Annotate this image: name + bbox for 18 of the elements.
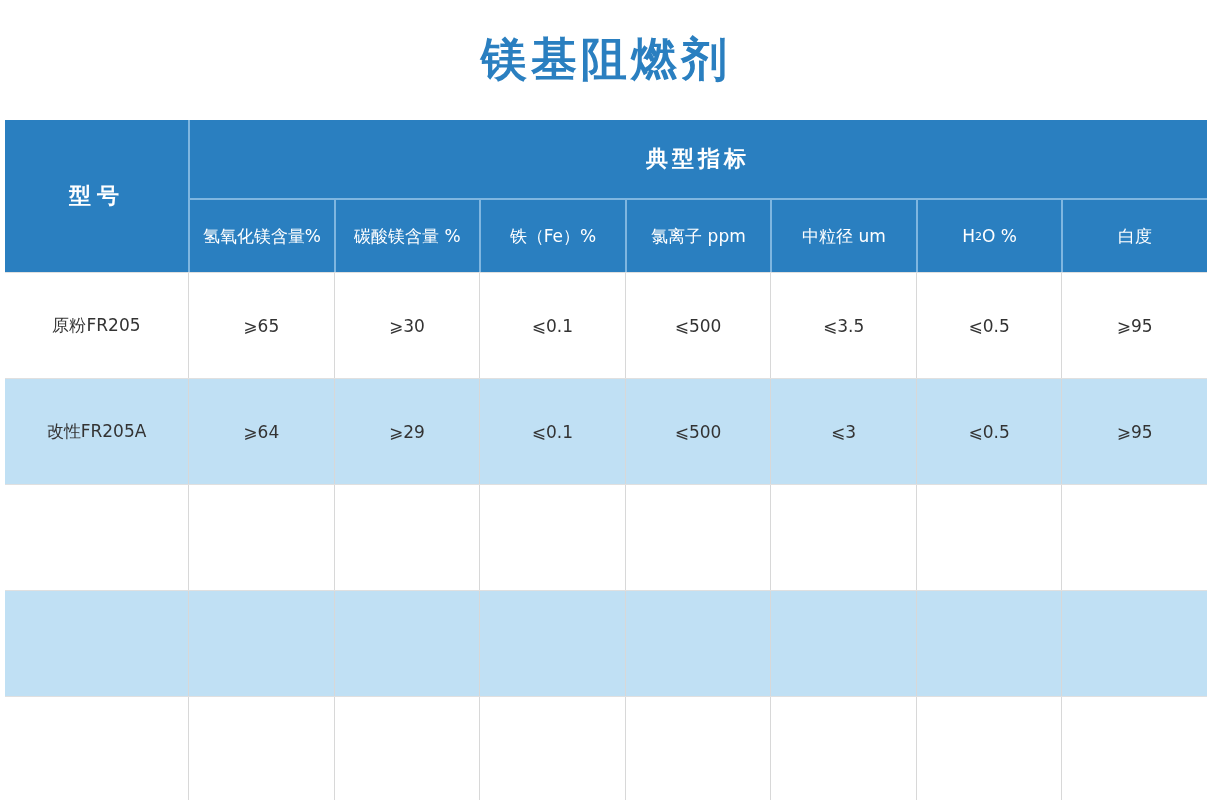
table-cell: ⩽0.1 (479, 379, 625, 484)
column-header: 碳酸镁含量 % (333, 200, 480, 272)
table-cell-text: 改性FR205A (45, 420, 148, 443)
column-header: 白度 (1061, 200, 1207, 272)
column-group-header: 典型指标 (188, 120, 1207, 200)
column-header: 氯离子 ppm (624, 200, 771, 272)
table-cell: ⩽0.5 (915, 379, 1062, 484)
table-cell: ⩾95 (1061, 379, 1207, 484)
column-header: 氢氧化镁含量% (188, 200, 334, 272)
column-header: 铁（Fe）% (479, 200, 625, 272)
table-cell-text: 原粉FR205 (51, 314, 142, 337)
table-cell: ⩾29 (333, 379, 480, 484)
table-cell: ⩽3 (770, 379, 916, 484)
table-cell: ⩾64 (188, 379, 334, 484)
table-cell: ⩽500 (624, 379, 771, 484)
page-title: 镁基阻燃剂 (480, 31, 731, 88)
column-header: 中粒径 um (770, 200, 916, 272)
column-header: 型号 (5, 120, 188, 272)
